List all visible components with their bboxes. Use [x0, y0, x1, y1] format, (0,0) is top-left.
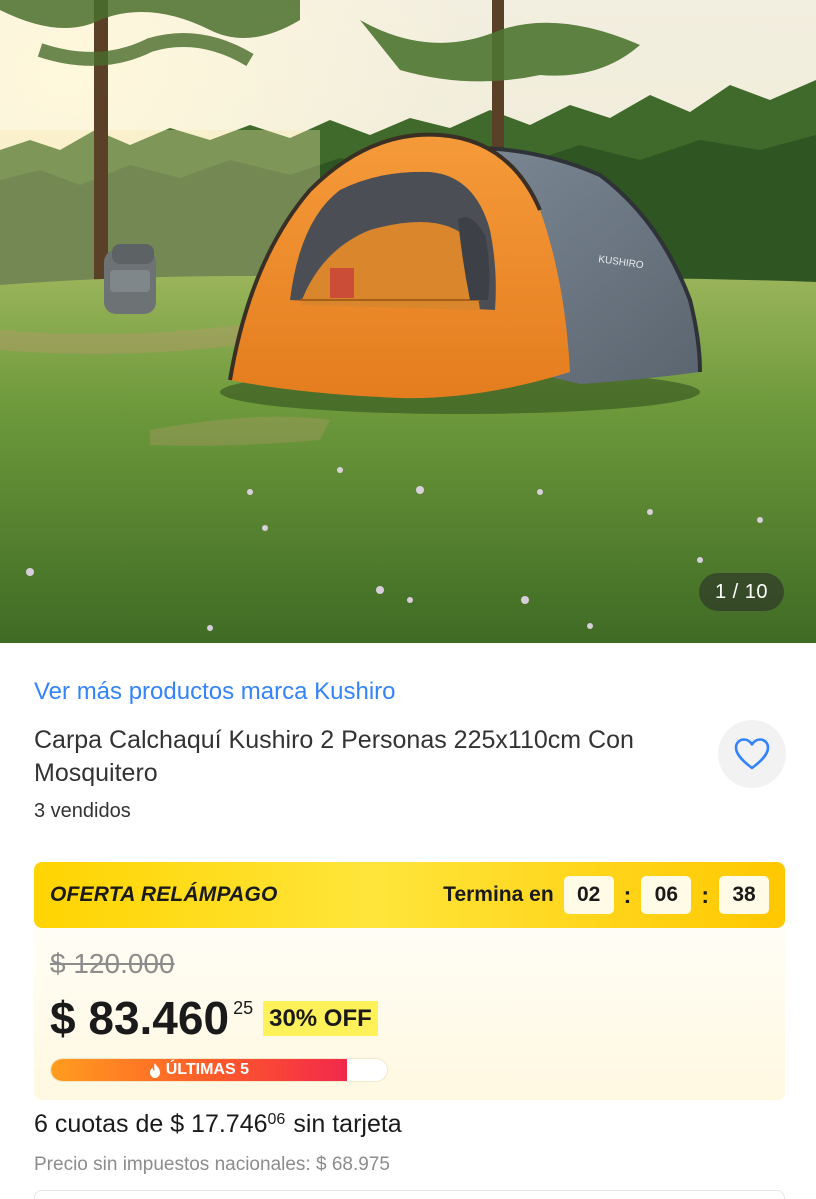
price-amount: $ 83.460 — [50, 992, 230, 1044]
sold-count: 3 vendidos — [34, 800, 131, 822]
heart-icon — [734, 738, 770, 770]
installments-suffix: sin tarjeta — [293, 1110, 402, 1138]
installments-cents: 06 — [267, 1111, 286, 1128]
favorite-button[interactable] — [718, 720, 786, 788]
installments-info: 6 cuotas de $ 17.746 06 sin tarjeta — [34, 1110, 402, 1139]
backpack — [104, 244, 156, 314]
current-price: $ 83.460 25 30% OFF — [50, 990, 378, 1046]
countdown-seconds: 38 — [719, 876, 769, 914]
deal-countdown: Termina en 02 : 06 : 38 — [443, 876, 769, 914]
countdown-separator: : — [701, 881, 709, 908]
product-title: Carpa Calchaquí Kushiro 2 Personas 225x1… — [34, 726, 634, 787]
stock-label: ÚLTIMAS 5 — [165, 1061, 249, 1078]
countdown-separator: : — [623, 881, 632, 908]
brand-products-link[interactable]: Ver más productos marca Kushiro — [34, 678, 396, 706]
price-cents: 25 — [233, 998, 254, 1018]
discount-badge: 30% OFF — [263, 1001, 378, 1036]
next-section-card — [34, 1190, 785, 1199]
countdown-hours: 02 — [563, 876, 614, 914]
product-photo: KUSHIRO — [0, 0, 816, 643]
price-box: $ 120.000 $ 83.460 25 30% OFF ÚLTIMAS 5 — [34, 928, 785, 1100]
image-counter: 1 / 10 — [698, 573, 784, 611]
stock-progress-fill: ÚLTIMAS 5 — [51, 1059, 347, 1081]
countdown-minutes: 06 — [641, 876, 692, 914]
flash-deal-banner: OFERTA RELÁMPAGO Termina en 02 : 06 : 38 — [34, 862, 785, 928]
fire-icon — [149, 1062, 160, 1078]
installments-amount: 6 cuotas de $ 17.746 — [34, 1110, 268, 1138]
original-price: $ 120.000 — [50, 948, 175, 979]
tax-free-price: Precio sin impuestos nacionales: $ 68.97… — [34, 1154, 390, 1175]
flash-deal-label: OFERTA RELÁMPAGO — [50, 883, 278, 906]
stock-progress-bar: ÚLTIMAS 5 — [50, 1058, 388, 1082]
countdown-label: Termina en — [443, 883, 554, 906]
product-image-gallery[interactable]: KUSHIRO 1 / 10 — [0, 0, 816, 643]
